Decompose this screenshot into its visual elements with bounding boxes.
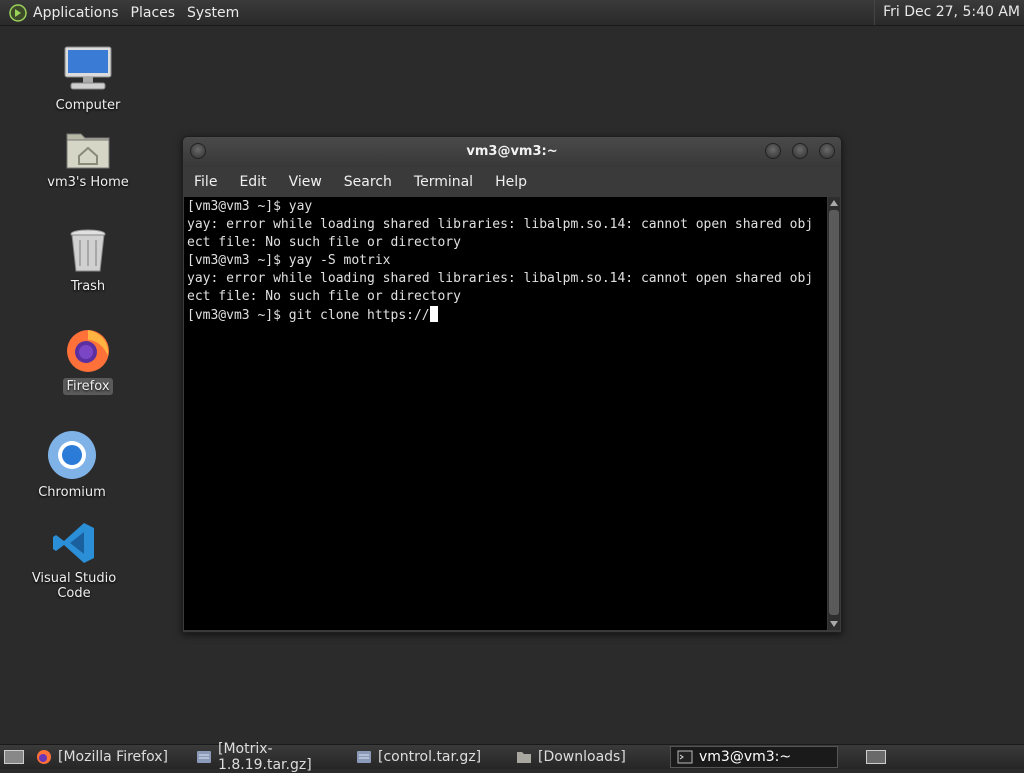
task-label: vm3@vm3:~ — [699, 749, 792, 765]
task-label: [control.tar.gz] — [378, 749, 482, 765]
desktop-icon-label: Chromium — [38, 485, 106, 500]
scroll-up-arrow-icon[interactable] — [830, 200, 838, 206]
terminal-icon — [677, 750, 693, 764]
distro-logo-icon[interactable] — [9, 3, 27, 22]
task-label: [Motrix-1.8.19.tar.gz] — [218, 741, 312, 773]
desktop-icon-trash[interactable]: Trash — [48, 228, 128, 295]
task-firefox[interactable]: [Mozilla Firefox] — [30, 746, 186, 768]
system-menu[interactable]: System — [183, 5, 247, 21]
task-motrix-archive[interactable]: [Motrix-1.8.19.tar.gz] — [190, 741, 346, 773]
task-label: [Mozilla Firefox] — [58, 749, 168, 765]
desktop-icon-label: Trash — [70, 279, 106, 294]
terminal-output[interactable]: [vm3@vm3 ~]$ yay yay: error while loading… — [184, 197, 827, 630]
terminal-line: [vm3@vm3 ~]$ git clone https:// — [187, 308, 430, 323]
task-control-archive[interactable]: [control.tar.gz] — [350, 746, 506, 768]
computer-icon — [64, 46, 112, 90]
desktop-icon-label: Firefox — [63, 378, 113, 395]
terminal-line: ect file: No such file or directory — [187, 235, 461, 250]
desktop-icon-label: Computer — [55, 98, 121, 113]
maximize-button[interactable] — [792, 143, 808, 159]
terminal-line: ect file: No such file or directory — [187, 289, 461, 304]
terminal-line: [vm3@vm3 ~]$ yay -S motrix — [187, 253, 391, 268]
task-label: [Downloads] — [538, 749, 626, 765]
menu-terminal[interactable]: Terminal — [403, 174, 484, 190]
archive-icon — [357, 751, 371, 763]
terminal-scrollbar[interactable] — [828, 197, 840, 630]
vscode-icon — [53, 523, 94, 563]
firefox-icon — [67, 330, 109, 372]
task-terminal[interactable]: vm3@vm3:~ — [670, 746, 838, 768]
archive-icon — [197, 751, 211, 763]
folder-icon — [517, 752, 531, 763]
bottom-taskbar: [Mozilla Firefox] [Motrix-1.8.19.tar.gz]… — [0, 741, 1024, 773]
menu-view[interactable]: View — [278, 174, 333, 190]
workspace-switcher[interactable] — [866, 750, 886, 764]
terminal-line: yay: error while loading shared librarie… — [187, 271, 814, 286]
home-folder-icon — [66, 133, 110, 169]
terminal-menubar: File Edit View Search Terminal Help — [183, 167, 841, 196]
task-downloads[interactable]: [Downloads] — [510, 746, 666, 768]
firefox-icon — [37, 750, 51, 764]
desktop-icon-chromium[interactable]: Chromium — [32, 430, 112, 501]
scrollbar-thumb[interactable] — [829, 210, 839, 615]
chromium-icon — [48, 431, 96, 479]
terminal-prompt-line[interactable]: [vm3@vm3 ~]$ git clone https:// — [187, 306, 827, 325]
menu-file[interactable]: File — [183, 174, 228, 190]
trash-icon — [70, 229, 106, 272]
menu-search[interactable]: Search — [333, 174, 403, 190]
show-desktop-button[interactable] — [4, 750, 24, 764]
desktop-icon-vscode[interactable]: Visual Studio Code — [14, 520, 134, 602]
minimize-button[interactable] — [765, 143, 781, 159]
scroll-down-arrow-icon[interactable] — [830, 621, 838, 627]
menu-edit[interactable]: Edit — [228, 174, 277, 190]
desktop-icon-label: Visual Studio Code — [31, 571, 117, 601]
top-panel: Applications Places System Fri Dec 27, 5… — [0, 0, 1024, 26]
places-menu[interactable]: Places — [127, 5, 184, 21]
menu-help[interactable]: Help — [484, 174, 538, 190]
desktop-icon-firefox[interactable]: Firefox — [48, 326, 128, 395]
close-button[interactable] — [819, 143, 835, 159]
terminal-line: [vm3@vm3 ~]$ yay — [187, 199, 313, 214]
terminal-line: yay: error while loading shared librarie… — [187, 217, 814, 232]
desktop-icon-label: vm3's Home — [47, 175, 129, 190]
applications-menu[interactable]: Applications — [33, 5, 127, 21]
clock[interactable]: Fri Dec 27, 5:40 AM — [874, 0, 1020, 25]
window-title: vm3@vm3:~ — [466, 144, 558, 159]
text-cursor — [429, 306, 438, 322]
desktop-icon-home[interactable]: vm3's Home — [38, 128, 138, 191]
terminal-window[interactable]: vm3@vm3:~ File Edit View Search Terminal… — [182, 136, 842, 633]
window-titlebar[interactable]: vm3@vm3:~ — [183, 137, 841, 167]
desktop-icon-computer[interactable]: Computer — [48, 45, 128, 114]
